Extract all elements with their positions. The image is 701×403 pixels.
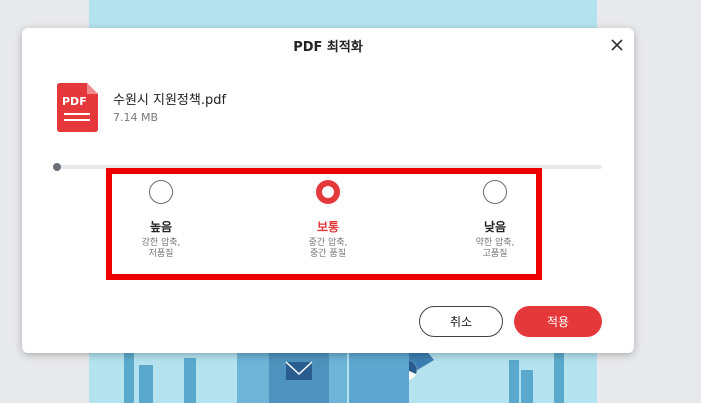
cancel-button[interactable]: 취소 [419,306,503,337]
option-medium-desc: 중간 압축, 중간 품질 [308,238,348,259]
option-low-desc: 약한 압축, 고품질 [475,238,515,259]
pdf-file-icon: PDF [57,83,98,132]
radio-low[interactable] [483,180,507,204]
file-name: 수원시 지원정책.pdf [113,93,227,108]
option-medium[interactable]: 보통 중간 압축, 중간 품질 [273,180,383,260]
close-icon[interactable] [608,36,626,54]
option-medium-label: 보통 [316,220,340,234]
file-size: 7.14 MB [113,111,159,124]
dialog-title: PDF 최적화 [293,40,363,55]
option-low-label: 낮음 [483,220,507,234]
compression-slider-knob[interactable] [53,163,61,171]
pdf-icon-label: PDF [62,95,87,108]
option-high-label: 높음 [149,220,173,234]
option-high-desc: 강한 압축, 저품질 [141,238,181,259]
radio-high[interactable] [149,180,173,204]
pdf-optimize-dialog: PDF 최적화 PDF 수원시 지원정책.pdf 7.14 MB 높음 강한 압… [22,28,634,353]
option-low[interactable]: 낮음 약한 압축, 고품질 [440,180,550,260]
option-high[interactable]: 높음 강한 압축, 저품질 [106,180,216,260]
apply-button[interactable]: 적용 [514,306,602,337]
radio-medium[interactable] [316,180,340,204]
